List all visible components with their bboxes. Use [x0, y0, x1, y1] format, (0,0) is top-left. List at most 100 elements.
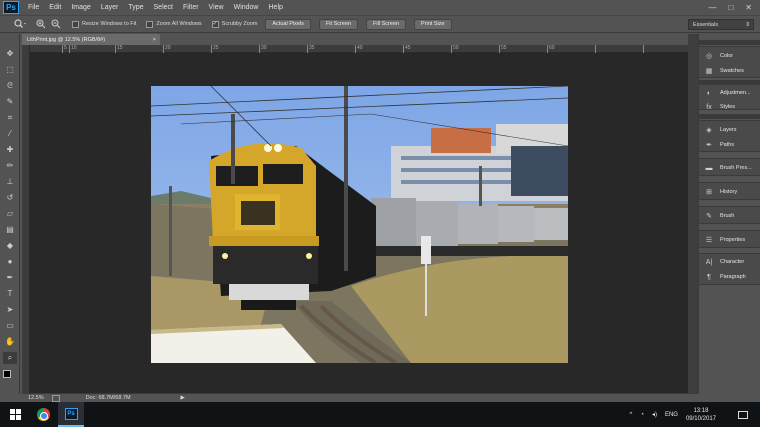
properties-icon: ☰ — [705, 237, 713, 244]
network-icon[interactable]: ◔ — [640, 412, 644, 418]
panel-character[interactable]: A| Character — [699, 255, 760, 269]
panel-label: Adjustmen... — [720, 90, 751, 96]
zoom-in-icon — [36, 19, 46, 29]
status-info-icon[interactable] — [51, 394, 60, 402]
close-button[interactable]: ✕ — [745, 3, 752, 12]
panel-label: Paths — [720, 142, 735, 148]
notification-center-icon[interactable] — [738, 410, 748, 419]
zoom-level[interactable]: 12.5% — [22, 395, 52, 401]
ruler-label: 20 — [165, 45, 171, 51]
foreground-color-swatch[interactable] — [3, 370, 11, 378]
crop-tool-icon[interactable]: ⌗ — [3, 112, 17, 124]
zoom-all-windows-checkbox[interactable]: Zoom All Windows — [146, 20, 202, 28]
menu-type[interactable]: Type — [123, 4, 148, 11]
system-tray: ^ ◔ ◂) ENG 13:18 09/10/2017 — [629, 407, 760, 423]
taskbar-chrome[interactable] — [30, 402, 56, 427]
language-indicator[interactable]: ENG — [665, 412, 678, 418]
eraser-tool-icon[interactable]: ▱ — [3, 208, 17, 220]
menu-filter[interactable]: Filter — [178, 4, 204, 11]
menu-select[interactable]: Select — [149, 4, 178, 11]
panel-layers[interactable]: ◈ Layers — [699, 123, 760, 137]
panel-paths[interactable]: ✒ Paths — [699, 138, 760, 152]
tools-panel: ✥ ⬚ ᘓ ✎ ⌗ ⁄ ✚ ✏ ⊥ ↺ ▱ ▤ ◆ ● ✒ T ➤ ▭ ✋ ⌕ — [0, 34, 20, 394]
clock-date: 09/10/2017 — [685, 415, 716, 422]
photoshop-logo: Ps — [3, 1, 19, 14]
ruler-label: 35 — [309, 45, 315, 51]
actual-pixels-button[interactable]: Actual Pixels — [265, 18, 311, 30]
menu-window[interactable]: Window — [229, 4, 264, 11]
menu-file[interactable]: File — [23, 4, 44, 11]
panel-label: Paragraph — [720, 274, 746, 280]
history-icon: ⊞ — [706, 189, 712, 196]
fit-screen-button[interactable]: Fit Screen — [318, 18, 358, 30]
zoom-in-button[interactable] — [35, 18, 47, 30]
train-photo — [151, 86, 568, 363]
panel-brush[interactable]: ✎ Brush — [699, 209, 760, 223]
panel-group-grip[interactable] — [699, 40, 760, 45]
rectangle-tool-icon[interactable]: ▭ — [3, 320, 17, 332]
ruler-label: 5 — [64, 45, 67, 51]
zoom-tool-preset-button[interactable] — [8, 18, 32, 30]
brush-tool-icon[interactable]: ✏ — [3, 160, 17, 172]
menu-edit[interactable]: Edit — [44, 4, 66, 11]
document-tab[interactable]: LithPrint.jpg @ 12.5% (RGB/8#) × — [22, 34, 160, 45]
tray-overflow-icon[interactable]: ^ — [629, 412, 632, 418]
panel-group-brush-presets: ▬ Brush Pres... — [699, 158, 760, 176]
panel-dock-strip[interactable] — [688, 34, 698, 394]
windows-logo-icon — [9, 409, 21, 420]
history-brush-tool-icon[interactable]: ↺ — [3, 192, 17, 204]
panel-label: Brush Pres... — [720, 165, 752, 171]
minimize-button[interactable]: — — [708, 3, 716, 12]
resize-windows-checkbox[interactable]: Resize Windows to Fit — [72, 20, 136, 28]
workspace-value: Essentials — [693, 21, 719, 28]
quick-select-tool-icon[interactable]: ✎ — [3, 96, 17, 108]
panel-group-properties: ☰ Properties — [699, 230, 760, 248]
menu-layer[interactable]: Layer — [96, 4, 124, 11]
path-selection-tool-icon[interactable]: ➤ — [3, 304, 17, 316]
zoom-out-button[interactable] — [50, 18, 62, 30]
dodge-tool-icon[interactable]: ● — [3, 256, 17, 268]
eyedropper-tool-icon[interactable]: ⁄ — [3, 128, 17, 140]
start-button[interactable] — [0, 402, 30, 427]
panel-paragraph[interactable]: ¶ Paragraph — [699, 270, 760, 284]
swatches-icon: ▦ — [705, 68, 713, 75]
marquee-tool-icon[interactable]: ⬚ — [3, 64, 17, 76]
blur-tool-icon[interactable]: ◆ — [3, 240, 17, 252]
close-tab-icon[interactable]: × — [153, 37, 156, 43]
move-tool-icon[interactable]: ✥ — [3, 48, 17, 60]
clock[interactable]: 13:18 09/10/2017 — [686, 407, 716, 423]
scrubby-zoom-checkbox[interactable]: ✓ Scrubby Zoom — [211, 20, 257, 28]
panel-adjustments[interactable]: ◐ Adjustmen... — [699, 86, 760, 100]
gradient-tool-icon[interactable]: ▤ — [3, 224, 17, 236]
panel-swatches[interactable]: ▦ Swatches — [699, 64, 760, 78]
menu-help[interactable]: Help — [264, 4, 288, 11]
panel-brush-presets[interactable]: ▬ Brush Pres... — [699, 161, 760, 175]
fill-screen-button[interactable]: Fill Screen — [366, 18, 406, 30]
zoom-all-label: Zoom All Windows — [156, 21, 202, 27]
panel-group-grip[interactable] — [699, 114, 760, 119]
maximize-button[interactable]: □ — [728, 3, 733, 12]
volume-icon[interactable]: ◂) — [652, 411, 657, 418]
zoom-tool-icon[interactable]: ⌕ — [3, 352, 17, 364]
menu-image[interactable]: Image — [66, 4, 95, 11]
type-tool-icon[interactable]: T — [3, 288, 17, 300]
panel-label: History — [720, 189, 738, 195]
panel-color[interactable]: ◎ Color — [699, 49, 760, 63]
healing-brush-tool-icon[interactable]: ✚ — [3, 144, 17, 156]
lasso-tool-icon[interactable]: ᘓ — [3, 80, 17, 92]
panel-properties[interactable]: ☰ Properties — [699, 233, 760, 247]
document-image-train[interactable] — [151, 86, 568, 363]
pen-tool-icon[interactable]: ✒ — [3, 272, 17, 284]
taskbar-photoshop[interactable]: Ps — [58, 402, 84, 427]
menu-view[interactable]: View — [204, 4, 229, 11]
status-menu-arrow-icon[interactable]: ▶ — [181, 395, 185, 401]
hand-tool-icon[interactable]: ✋ — [3, 336, 17, 348]
doc-size-info: Doc: 68.7M/68.7M — [85, 395, 131, 401]
panel-history[interactable]: ⊞ History — [699, 185, 760, 199]
workspace-select[interactable]: Essentials ⇕ — [688, 19, 754, 30]
print-size-button[interactable]: Print Size — [413, 18, 452, 30]
panel-styles[interactable]: fx Styles — [699, 100, 760, 114]
clone-stamp-tool-icon[interactable]: ⊥ — [3, 176, 17, 188]
panel-label: Styles — [720, 104, 735, 110]
panel-label: Character — [720, 259, 745, 265]
